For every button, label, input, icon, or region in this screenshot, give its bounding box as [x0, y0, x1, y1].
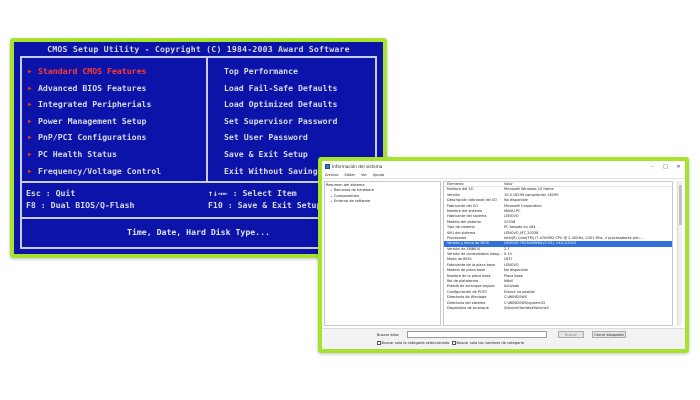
key-esc-quit: Esc : Quit [26, 188, 76, 198]
details-list: Elemento Valor Nombre del SO Microsoft Wi… [443, 181, 673, 326]
bios-item-top-performance[interactable]: Top Performance [224, 63, 337, 80]
bios-item-integrated-peripherals[interactable]: ▶ Integrated Peripherials [28, 96, 161, 113]
details-scrollbar[interactable] [677, 181, 682, 326]
close-icon[interactable]: ✕ [672, 164, 685, 170]
column-header-element[interactable]: Elemento [444, 182, 502, 186]
sysinfo-screenshot-frame: Información del sistema – □ ✕ Archivo Ed… [318, 157, 689, 353]
system-info-icon [325, 164, 330, 169]
table-row[interactable]: Dispositivo de arranque \Device\HarddiskV… [444, 306, 672, 311]
find-label: Buscar esto: [377, 333, 400, 337]
arrow-right-icon: ▶ [28, 150, 32, 158]
arrow-right-icon: ▶ [28, 101, 32, 109]
details-rows: Nombre del SO Microsoft Windows 10 Home Ve… [444, 187, 672, 311]
close-find-button[interactable]: Cerrar búsqueda [592, 331, 626, 338]
arrow-right-icon: ▶ [28, 68, 32, 75]
bios-title: CMOS Setup Utility - Copyright (C) 1984-… [47, 44, 350, 54]
bios-menu-divider [206, 56, 208, 183]
bios-item-pnp-pci[interactable]: ▶ PnP/PCI Configurations [28, 129, 161, 146]
menu-ayuda[interactable]: Ayuda [373, 173, 384, 177]
row-element: Dispositivo de arranque [447, 305, 489, 310]
bios-item-standard-cmos[interactable]: ▶ Standard CMOS Features [28, 63, 161, 80]
arrow-right-icon: ▶ [28, 84, 32, 92]
find-input[interactable] [407, 331, 547, 338]
tree-item-software-environment[interactable]: +Entorno de software [326, 199, 439, 204]
bios-left-menu: ▶ Standard CMOS Features ▶ Advanced BIOS F… [28, 63, 161, 179]
find-button[interactable]: Buscar [558, 331, 584, 338]
bios-item-load-optimized[interactable]: Load Optimized Defaults [224, 96, 337, 113]
key-f10-save-exit: F10 : Save & Exit Setup [208, 200, 322, 210]
bios-item-supervisor-password[interactable]: Set Supervisor Password [224, 113, 337, 130]
bios-item-advanced-bios[interactable]: ▶ Advanced BIOS Features [28, 80, 161, 97]
sysinfo-window: Información del sistema – □ ✕ Archivo Ed… [322, 161, 685, 349]
menu-archivo[interactable]: Archivo [325, 173, 338, 177]
window-titlebar[interactable]: Información del sistema – □ ✕ [322, 161, 685, 172]
menu-editar[interactable]: Editar [344, 173, 355, 177]
bios-item-load-failsafe[interactable]: Load Fail-Safe Defaults [224, 80, 337, 97]
minimize-icon[interactable]: – [646, 164, 659, 170]
scrollbar-thumb[interactable] [679, 185, 682, 225]
checkbox-icon[interactable] [452, 341, 456, 345]
window-title: Información del sistema [332, 164, 383, 169]
bios-item-user-password[interactable]: Set User Password [224, 129, 337, 146]
column-header-value[interactable]: Valor [502, 182, 672, 186]
option-selected-category[interactable]: Buscar solo la categoría seleccionada [377, 341, 449, 345]
menu-ver[interactable]: Ver [361, 173, 367, 177]
category-tree: Resumen del sistema +Recursos de hardwar… [324, 181, 441, 326]
bios-item-pc-health[interactable]: ▶ PC Health Status [28, 146, 161, 163]
key-f8-dual-bios: F8 : Dual BIOS/Q-Flash [26, 200, 135, 210]
key-arrows-select: ↑↓→← : Select Item [208, 188, 297, 198]
bios-item-power-management[interactable]: ▶ Power Management Setup [28, 113, 161, 130]
find-bar: Buscar esto: Buscar Cerrar búsqueda Busc… [322, 328, 685, 349]
arrow-right-icon: ▶ [28, 117, 32, 125]
row-value: \Device\HarddiskVolume2 [504, 305, 549, 310]
arrow-right-icon: ▶ [28, 134, 32, 142]
maximize-icon[interactable]: □ [659, 164, 672, 170]
option-category-names[interactable]: Buscar solo los nombres de categoría [452, 341, 524, 345]
menu-bar: Archivo Editar Ver Ayuda [322, 172, 685, 179]
arrow-right-icon: ▶ [28, 167, 32, 175]
checkbox-icon[interactable] [377, 341, 381, 345]
bios-item-frequency-voltage[interactable]: ▶ Frequency/Voltage Control [28, 163, 161, 180]
